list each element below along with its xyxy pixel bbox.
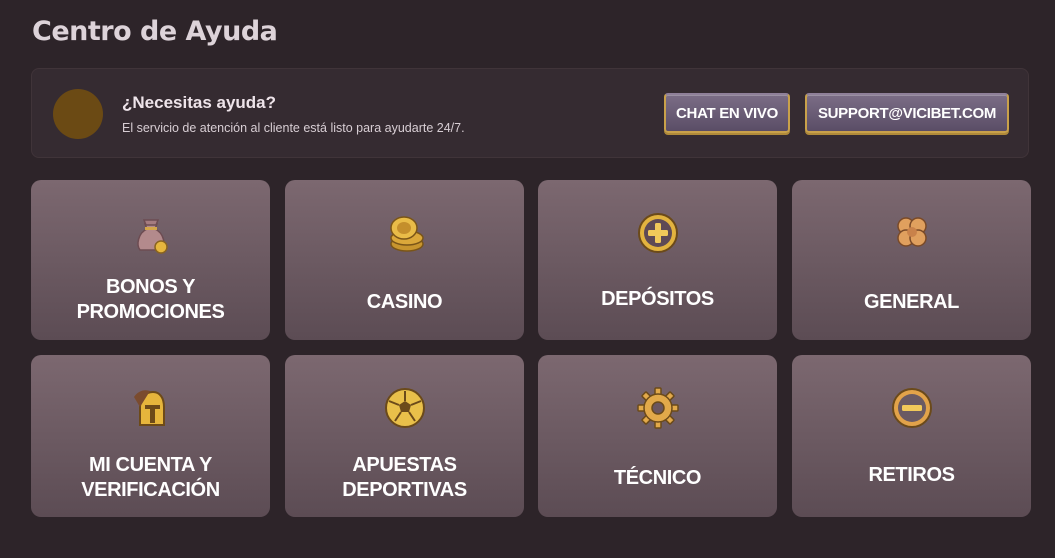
category-card-cuenta[interactable]: MI CUENTA Y VERIFICACIÓN <box>31 355 270 517</box>
support-email-button[interactable]: SUPPORT@VICIBET.COM <box>805 93 1009 133</box>
help-subtitle: El servicio de atención al cliente está … <box>122 121 465 135</box>
soccer-ball-icon <box>384 388 425 428</box>
help-banner: ¿Necesitas ayuda? El servicio de atenció… <box>31 68 1029 158</box>
category-card-depositos[interactable]: DEPÓSITOS <box>538 180 777 340</box>
minus-coin-icon <box>891 388 932 428</box>
helmet-icon <box>133 390 165 426</box>
category-label: RETIROS <box>868 463 955 486</box>
support-avatar <box>53 89 103 139</box>
category-label: MI CUENTA Y VERIFICACIÓN <box>81 454 220 501</box>
gear-icon <box>636 387 679 429</box>
category-label: APUESTAS DEPORTIVAS <box>342 454 467 501</box>
page-title: Centro de Ayuda <box>32 16 278 47</box>
category-card-bonos[interactable]: BONOS Y PROMOCIONES <box>31 180 270 340</box>
category-card-casino[interactable]: CASINO <box>285 180 524 340</box>
category-label: TÉCNICO <box>613 466 702 489</box>
live-chat-button[interactable]: CHAT EN VIVO <box>664 93 790 133</box>
clover-icon <box>896 217 927 247</box>
help-heading: ¿Necesitas ayuda? <box>122 93 277 112</box>
category-card-apuestas[interactable]: APUESTAS DEPORTIVAS <box>285 355 524 517</box>
category-label: GENERAL <box>864 290 959 313</box>
category-label: DEPÓSITOS <box>601 287 714 310</box>
category-label: BONOS Y PROMOCIONES <box>76 276 225 323</box>
money-bag-icon <box>136 219 168 254</box>
casino-chips-icon <box>389 216 424 252</box>
category-card-tecnico[interactable]: TÉCNICO <box>538 355 777 517</box>
category-card-retiros[interactable]: RETIROS <box>792 355 1031 517</box>
category-card-general[interactable]: GENERAL <box>792 180 1031 340</box>
category-label: CASINO <box>366 290 443 313</box>
plus-coin-icon <box>637 213 678 253</box>
